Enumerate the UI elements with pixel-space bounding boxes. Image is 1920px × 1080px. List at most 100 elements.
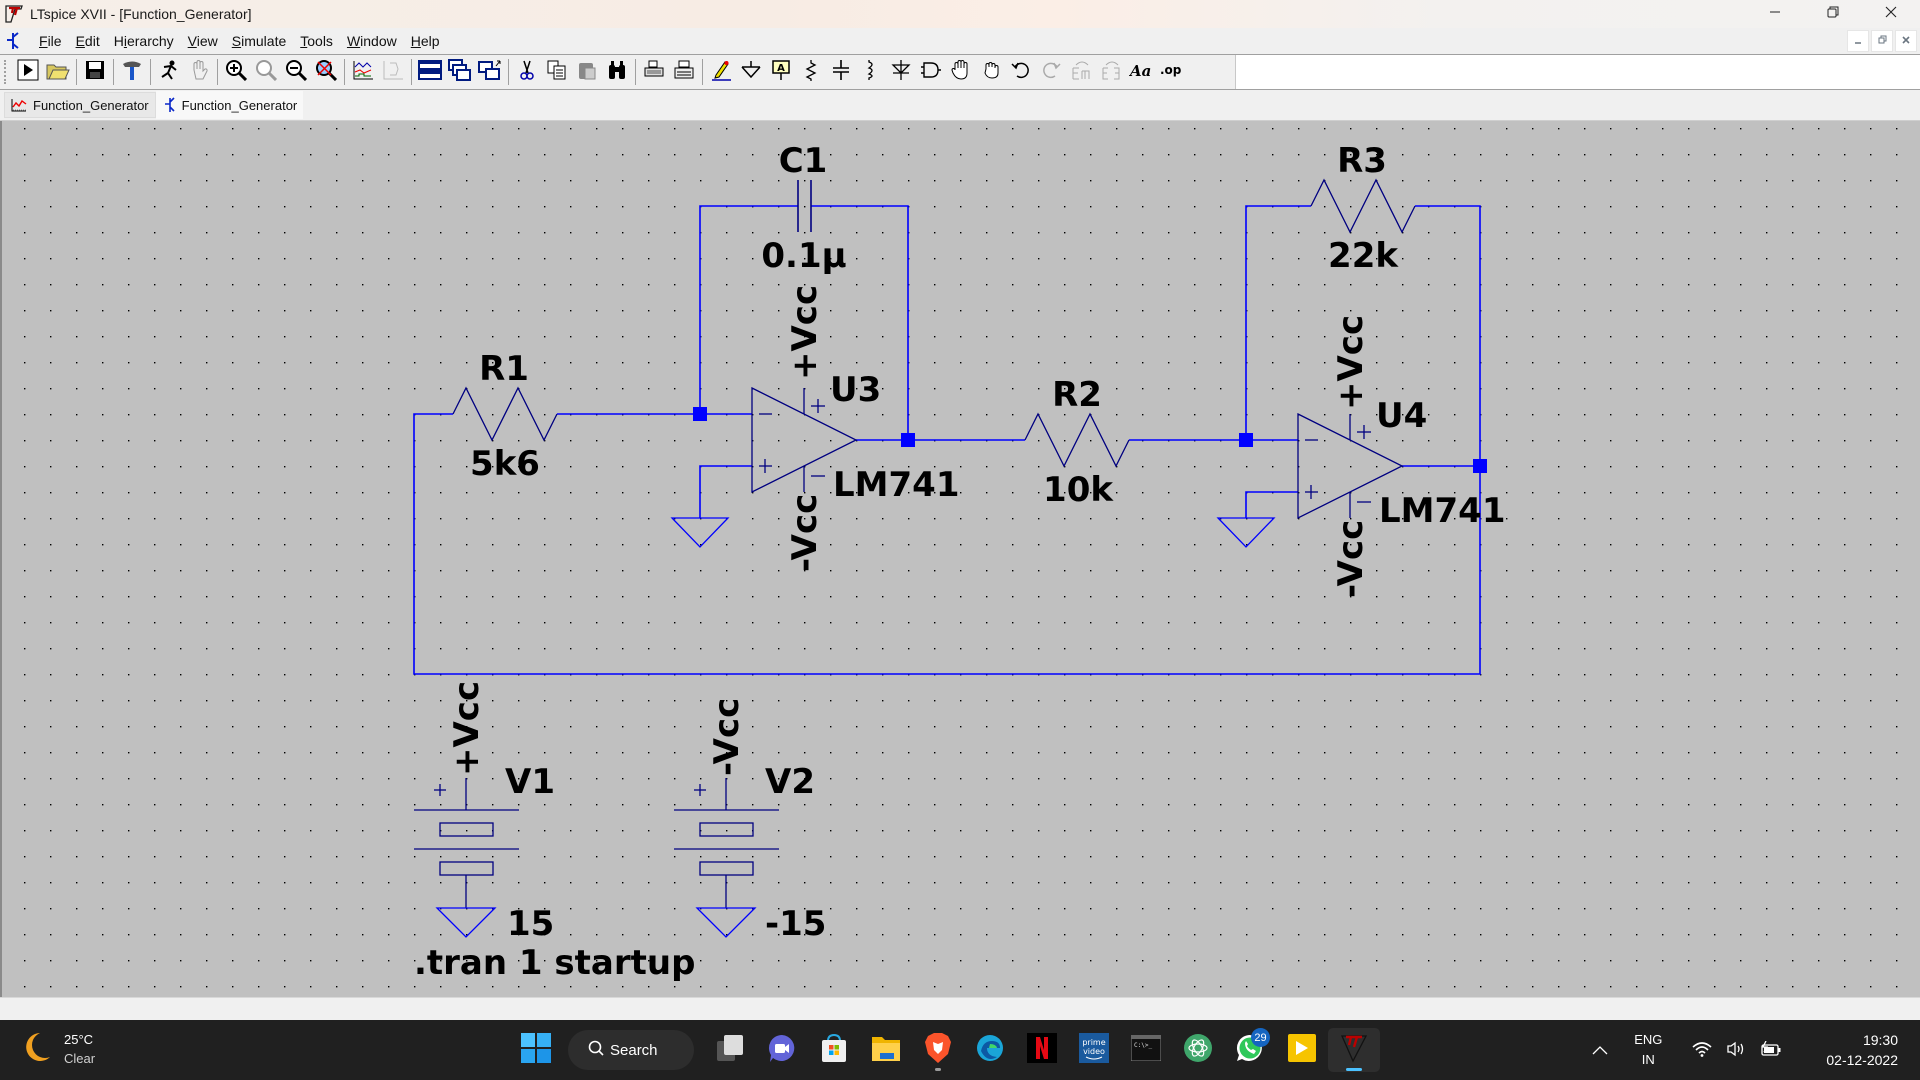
v2-net-label[interactable]: -Vcc — [707, 698, 747, 776]
run-button[interactable] — [15, 58, 41, 86]
wire-r3-left[interactable] — [1245, 205, 1311, 440]
wire-u4-ground[interactable] — [1245, 491, 1298, 518]
cut-button[interactable] — [514, 58, 540, 86]
menu-window[interactable]: Window — [340, 33, 404, 49]
close-button[interactable] — [1862, 0, 1920, 28]
u3-neg-supply-label[interactable]: -Vcc — [785, 494, 825, 572]
plot-button[interactable] — [350, 58, 376, 86]
menu-file[interactable]: File — [32, 33, 69, 49]
resistor-r1[interactable] — [452, 386, 558, 442]
u4-name[interactable]: U4 — [1376, 396, 1427, 436]
menu-view[interactable]: View — [181, 33, 225, 49]
text-button[interactable]: Aa — [1128, 58, 1154, 86]
v1-value[interactable]: 15 — [507, 904, 554, 944]
mdi-close-button[interactable] — [1895, 30, 1917, 52]
inductor-button[interactable] — [858, 58, 884, 86]
tab-schematic[interactable]: Function_Generator — [155, 91, 304, 119]
redo-button[interactable] — [1038, 58, 1064, 86]
taskbar-ltspice[interactable] — [1328, 1028, 1380, 1072]
taskbar-terminal[interactable]: C:\>_ — [1120, 1028, 1172, 1072]
taskbar-teams[interactable] — [756, 1028, 808, 1072]
tab-waveform[interactable]: Function_Generator — [4, 92, 156, 118]
menu-help[interactable]: Help — [404, 33, 447, 49]
r2-value[interactable]: 10k — [1043, 470, 1114, 510]
resistor-button[interactable] — [798, 58, 824, 86]
language-indicator[interactable]: ENG IN — [1634, 1030, 1662, 1070]
rotate-button[interactable] — [1068, 58, 1094, 86]
toolbar-grip[interactable] — [4, 60, 7, 84]
label-net-button[interactable]: A — [768, 58, 794, 86]
c1-value[interactable]: 0.1µ — [761, 236, 846, 276]
u3-pos-supply-label[interactable]: +Vcc — [785, 285, 825, 380]
minimize-button[interactable] — [1746, 0, 1804, 28]
tile-vertical-button[interactable] — [477, 58, 503, 86]
print-preview-button[interactable] — [641, 58, 667, 86]
r2-name[interactable]: R2 — [1052, 375, 1102, 415]
menu-tools[interactable]: Tools — [293, 33, 340, 49]
control-panel-button[interactable] — [119, 58, 145, 86]
quick-settings[interactable] — [1692, 1040, 1782, 1060]
taskbar-netflix[interactable] — [1016, 1028, 1068, 1072]
zoom-out-button[interactable] — [283, 58, 309, 86]
taskbar-video-editor[interactable] — [1276, 1028, 1328, 1072]
undo-button[interactable] — [1008, 58, 1034, 86]
chevron-up-icon[interactable] — [1592, 1043, 1608, 1058]
mdi-minimize-button[interactable] — [1847, 30, 1869, 52]
menu-edit[interactable]: Edit — [69, 33, 107, 49]
print-button[interactable] — [671, 58, 697, 86]
mdi-restore-button[interactable] — [1871, 30, 1893, 52]
wire-feedback-loop[interactable] — [413, 413, 1481, 675]
open-button[interactable] — [45, 58, 71, 86]
r3-value[interactable]: 22k — [1328, 236, 1399, 276]
c1-name[interactable]: C1 — [779, 141, 828, 181]
halt-button[interactable] — [156, 58, 182, 86]
mirror-button[interactable] — [1098, 58, 1124, 86]
v2-name[interactable]: V2 — [765, 762, 815, 802]
spice-directive[interactable]: .tran 1 startup — [414, 943, 695, 983]
menu-hierarchy[interactable]: Hierarchy — [107, 33, 181, 49]
tile-horizontal-button[interactable] — [417, 58, 443, 86]
menu-simulate[interactable]: Simulate — [225, 33, 293, 49]
v1-net-label[interactable]: +Vcc — [447, 681, 487, 776]
ground-button[interactable] — [738, 58, 764, 86]
spice-directive-button[interactable]: .op — [1158, 58, 1184, 86]
copy-button[interactable] — [544, 58, 570, 86]
r3-name[interactable]: R3 — [1337, 141, 1387, 181]
clock[interactable]: 19:30 02-12-2022 — [1826, 1030, 1898, 1070]
save-button[interactable] — [82, 58, 108, 86]
move-button[interactable] — [948, 58, 974, 86]
v1-name[interactable]: V1 — [505, 762, 555, 802]
weather-widget[interactable]: 25°C Clear — [22, 1030, 95, 1068]
start-button[interactable] — [516, 1030, 556, 1070]
taskbar-brave[interactable] — [912, 1028, 964, 1072]
taskbar-prime-video[interactable]: prime video — [1068, 1028, 1120, 1072]
zoom-in-button[interactable] — [223, 58, 249, 86]
resistor-r3[interactable] — [1310, 178, 1416, 234]
r1-name[interactable]: R1 — [479, 349, 529, 389]
schematic-document-icon[interactable] — [4, 32, 24, 50]
taskbar-file-explorer[interactable] — [860, 1028, 912, 1072]
taskbar-store[interactable] — [808, 1028, 860, 1072]
zoom-fit-button[interactable] — [253, 58, 279, 86]
taskbar-task-view[interactable] — [704, 1028, 756, 1072]
u4-pos-supply-label[interactable]: +Vcc — [1331, 315, 1371, 410]
schematic-canvas[interactable]: C1 0.1µ R1 5k6 R2 10k R3 22k U3 LM741 +V… — [0, 121, 1920, 997]
drag-button[interactable] — [978, 58, 1004, 86]
zoom-cancel-button[interactable] — [313, 58, 339, 86]
r1-value[interactable]: 5k6 — [470, 444, 540, 484]
v2-value[interactable]: -15 — [765, 904, 826, 944]
taskbar-whatsapp[interactable]: 29 — [1224, 1028, 1276, 1072]
find-button[interactable] — [604, 58, 630, 86]
u4-model[interactable]: LM741 — [1379, 491, 1505, 531]
diode-button[interactable] — [888, 58, 914, 86]
component-button[interactable] — [918, 58, 944, 86]
pan-button[interactable] — [186, 58, 212, 86]
capacitor-button[interactable] — [828, 58, 854, 86]
u3-model[interactable]: LM741 — [833, 465, 959, 505]
draw-wire-button[interactable] — [708, 58, 734, 86]
taskbar-search[interactable]: Search — [568, 1030, 694, 1070]
resistor-r2[interactable] — [1024, 412, 1130, 468]
u3-name[interactable]: U3 — [830, 370, 881, 410]
voltage-source-v2[interactable] — [674, 778, 779, 908]
cascade-button[interactable] — [447, 58, 473, 86]
